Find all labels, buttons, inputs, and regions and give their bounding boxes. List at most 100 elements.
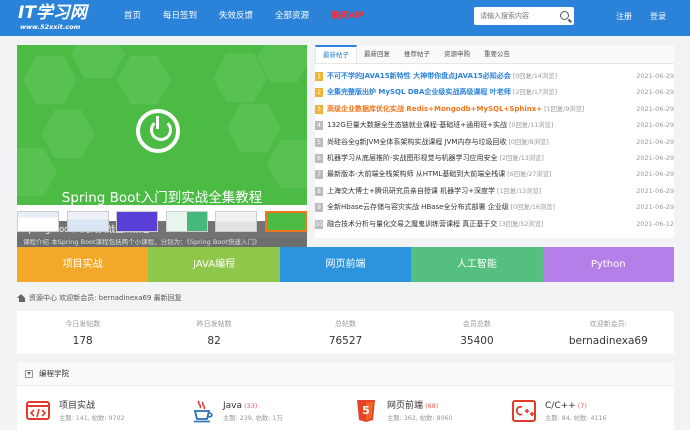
post-meta: [2回复/17浏览]	[510, 89, 558, 97]
tab-latest-replies[interactable]: 最新回复	[357, 45, 397, 63]
featured-banner[interactable]: Spring Boot入门到实战全集教程 Spring Boot入门到实战全集教…	[17, 45, 307, 253]
forum-name[interactable]: 网页前端	[387, 401, 423, 411]
nav-home[interactable]: 首页	[124, 0, 141, 36]
post-title-link[interactable]: 高级企业数据库优化实战 Redis+Mongodb+MySQL+Sphinx+	[327, 105, 542, 113]
forum-item[interactable]: C/C++ (7) 主题: 84, 帖数: 4116	[511, 396, 671, 428]
stat-item: 今日发帖数 178	[17, 311, 148, 354]
post-meta: [3回复/52浏览]	[497, 220, 544, 228]
register-link[interactable]: 注册	[616, 0, 632, 34]
post-title-link[interactable]: 全集完整版出炉 MySQL DBA企业级实战高级课程 叶老师	[327, 88, 511, 96]
banner-big-title: Spring Boot入门到实战全集教程	[61, 190, 263, 206]
search-input[interactable]	[474, 7, 554, 25]
post-row: 10 融合技术分析与量化交易之魔鬼训练营课程 真正基于交 [3回复/52浏览] 20…	[315, 216, 674, 232]
post-date: 2021-06-29	[636, 121, 674, 130]
forum-stats-text: 主题: 239, 帖数: 1万	[223, 415, 283, 422]
rank-badge: 7	[315, 170, 323, 180]
forum-item[interactable]: Java (33) 主题: 239, 帖数: 1万	[189, 396, 349, 428]
forum-count: (33)	[242, 402, 258, 410]
post-title-link[interactable]: 最新版本-大前端全栈架构师 从HTML基础到大前端全栈课	[327, 170, 505, 178]
post-meta: [2回复/13浏览]	[497, 154, 544, 162]
category-tile[interactable]: 网页前端	[279, 247, 412, 282]
stat-label: 欢迎新会员:	[589, 320, 627, 328]
nav-daily-checkin[interactable]: 每日签到	[163, 0, 197, 36]
post-date: 2021-06-29	[636, 170, 674, 179]
breadcrumb-text: 资源中心 欢迎新会员: bernadinexa69 最新回复	[29, 294, 182, 302]
forum-name[interactable]: Java	[223, 401, 242, 411]
forum-item[interactable]: 项目实战 主题: 141, 帖数: 9702	[25, 396, 185, 428]
thumbnail[interactable]	[116, 211, 159, 232]
rank-badge: 4	[315, 121, 323, 131]
search-icon[interactable]	[560, 11, 569, 20]
stat-item: 欢迎新会员: bernadinexa69	[543, 311, 674, 354]
post-row: 5 尚硅谷全g新JVM全体系架构实战课程 JVM内存与垃圾回收 [0回复/8浏览]…	[315, 134, 674, 150]
tab-latest-posts[interactable]: 最新帖子	[315, 45, 357, 63]
post-title-link[interactable]: 机器学习从底层推阶-实战图形视觉与机器学习应用安全	[327, 154, 498, 162]
site-logo[interactable]: IT学习网 www.52xxit.com	[18, 3, 87, 31]
rank-badge: 6	[315, 153, 323, 163]
post-title-link[interactable]: 全新Hbase云存储与容灾实战 HBase全分布式部署 企业级	[327, 203, 509, 211]
post-date: 2021-06-29	[636, 72, 674, 80]
post-row: 1 不可不学的JAVA15新特性 大神带你盘点JAVA15必知必会 [0回复/14…	[315, 68, 674, 84]
stat-label: 昨日发帖数	[196, 320, 232, 328]
posts-tabs: 最新帖子 最新回复 推荐帖子 资源申购 重要公告	[315, 45, 674, 64]
stat-value: 76527	[328, 335, 363, 347]
category-tile[interactable]: 项目实战	[17, 247, 149, 282]
post-title-link[interactable]: 融合技术分析与量化交易之魔鬼训练营课程 真正基于交	[327, 220, 497, 228]
tab-resource-request[interactable]: 资源申购	[437, 45, 477, 63]
post-row: 6 机器学习从底层推阶-实战图形视觉与机器学习应用安全 [2回复/13浏览] 202…	[315, 150, 674, 166]
thumbnail[interactable]	[165, 211, 208, 232]
login-link[interactable]: 登录	[650, 0, 666, 34]
thumbnail[interactable]	[17, 211, 59, 232]
post-title-link[interactable]: 上海交大博士+腾讯研究员亲自授课 机器学习+深度学	[327, 187, 495, 195]
category-bar: 项目实战 JAVA编程 网页前端 人工智能 Python	[17, 247, 674, 282]
post-meta: [0回复/14浏览]	[510, 73, 557, 80]
category-tile[interactable]: Python	[542, 247, 674, 282]
post-date: 2021-06-29	[636, 186, 674, 195]
post-meta: [0回复/16浏览]	[508, 204, 555, 212]
stat-value: 178	[72, 335, 93, 347]
nav-buy-vip[interactable]: 购买VIP	[331, 0, 364, 36]
posts-panel: 最新帖子 最新回复 推荐帖子 资源申购 重要公告 1 不可不学的JAVA15新特性…	[315, 45, 674, 238]
thumbnail[interactable]	[215, 211, 258, 232]
tab-announcements[interactable]: 重要公告	[477, 45, 517, 63]
programming-section: 编程学院 项目实战 主题: 141, 帖数: 9702 Java (33) 主题…	[17, 362, 674, 430]
stat-value[interactable]: bernadinexa69	[543, 334, 674, 348]
forum-name[interactable]: C/C++	[545, 401, 576, 411]
auth-links: 注册 登录	[616, 0, 684, 34]
post-date: 2021-06-12	[636, 219, 674, 228]
forum-count: (68)	[423, 402, 439, 410]
forum-stats-text: 主题: 84, 帖数: 4116	[545, 415, 607, 422]
post-row: 7 最新版本-大前端全栈架构师 从HTML基础到大前端全栈课 [6回复/27浏览]…	[315, 166, 674, 182]
section-title: 编程学院	[39, 369, 69, 378]
breadcrumb: 资源中心 欢迎新会员: bernadinexa69 最新回复	[17, 292, 674, 306]
main-nav: 首页 每日签到 失效反馈 全部资源 购买VIP	[124, 0, 386, 36]
nav-all-resources[interactable]: 全部资源	[275, 0, 309, 36]
forum-name[interactable]: 项目实战	[59, 401, 95, 411]
post-title-link[interactable]: 不可不学的JAVA15新特性 大神带你盘点JAVA15必知必会	[327, 72, 511, 80]
post-title-link[interactable]: 尚硅谷全g新JVM全体系架构实战课程 JVM内存与垃圾回收	[327, 138, 506, 146]
post-title-link[interactable]: 132G巨量大数据全生态链就业课程-基础班+通用班+实战	[327, 121, 507, 129]
category-tile[interactable]: JAVA编程	[148, 247, 280, 282]
forum-stats-text: 主题: 362, 帖数: 8060	[387, 415, 453, 422]
stat-value: 82	[207, 335, 221, 347]
category-tile[interactable]: 人工智能	[411, 247, 543, 282]
thumbnail[interactable]	[264, 211, 307, 232]
post-row: 4 132G巨量大数据全生态链就业课程-基础班+通用班+实战 [0回复/11浏览]…	[315, 117, 674, 133]
nav-feedback[interactable]: 失效反馈	[219, 0, 253, 36]
rank-badge: 5	[315, 137, 323, 147]
forum-item[interactable]: 5 网页前端 (68) 主题: 362, 帖数: 8060	[353, 396, 513, 428]
thumbnail[interactable]	[66, 211, 109, 232]
svg-text:5: 5	[362, 404, 370, 417]
home-icon[interactable]	[17, 294, 26, 302]
collapse-toggle-icon[interactable]	[25, 370, 33, 378]
code-window-icon	[26, 401, 50, 420]
rank-badge: 9	[315, 203, 323, 213]
post-row: 2 全集完整版出炉 MySQL DBA企业级实战高级课程 叶老师 [2回复/17浏…	[315, 84, 674, 100]
stat-item: 昨日发帖数 82	[148, 311, 279, 354]
stat-label: 会员总数	[462, 320, 491, 328]
tab-recommended[interactable]: 推荐帖子	[397, 45, 437, 63]
post-date: 2021-06-29	[636, 88, 674, 97]
post-meta: [1回复/13浏览]	[494, 187, 542, 195]
banner-image[interactable]	[17, 45, 307, 205]
rank-badge: 2	[315, 88, 323, 98]
